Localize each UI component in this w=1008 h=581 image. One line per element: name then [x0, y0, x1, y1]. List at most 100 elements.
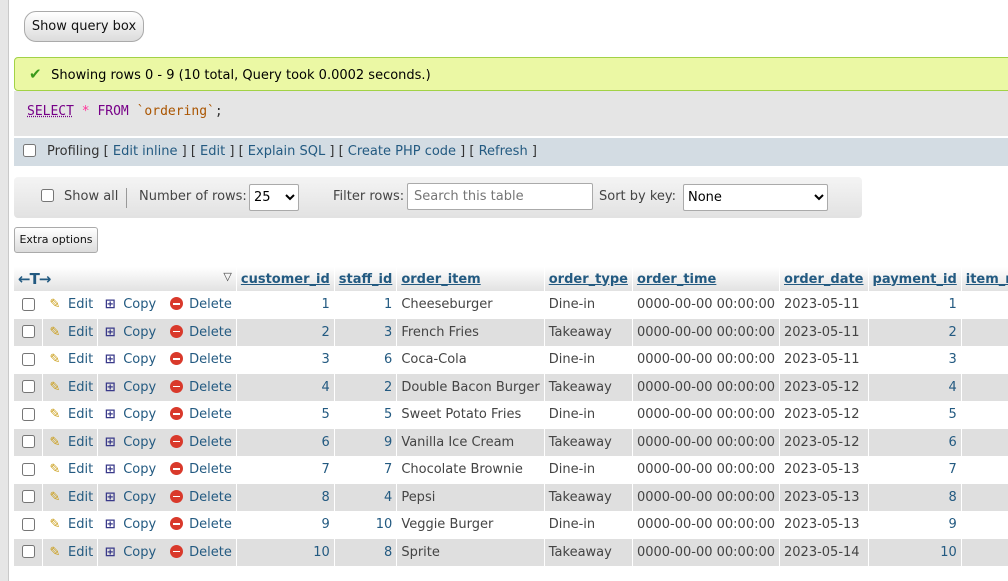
row-delete-link[interactable]: Delete	[170, 517, 232, 532]
cell-customer-id[interactable]: 1	[236, 291, 335, 319]
cell-order-time[interactable]: 0000-00-00 00:00:00	[632, 456, 781, 484]
cell-order-type[interactable]: Takeaway	[544, 483, 633, 511]
show-query-box-button[interactable]: Show query box	[24, 11, 144, 42]
row-copy-link[interactable]: ⊞ Copy	[102, 380, 156, 395]
cell-item-no[interactable]: 8	[961, 538, 1008, 566]
row-delete-link[interactable]: Delete	[170, 297, 232, 312]
column-arrows-icon[interactable]: ←T→	[18, 270, 51, 288]
row-delete-link[interactable]: Delete	[170, 379, 232, 395]
cell-customer-id[interactable]: 8	[236, 483, 335, 511]
cell-payment-id[interactable]: 5	[868, 401, 962, 429]
cell-staff-id[interactable]: 4	[334, 483, 398, 511]
cell-order-type[interactable]: Dine-in	[544, 291, 633, 319]
cell-payment-id[interactable]: 6	[868, 428, 962, 456]
cell-staff-id[interactable]: 10	[334, 511, 398, 539]
cell-staff-id[interactable]: 3	[334, 318, 398, 346]
extra-options-button[interactable]: Extra options	[14, 227, 98, 253]
row-checkbox[interactable]	[22, 297, 35, 311]
row-edit-link[interactable]: ✎ Edit	[47, 490, 94, 505]
cell-payment-id[interactable]: 2	[868, 318, 962, 346]
cell-order-time[interactable]: 0000-00-00 00:00:00	[632, 428, 781, 456]
row-copy-link[interactable]: ⊞ Copy	[102, 325, 156, 340]
cell-order-type[interactable]: Takeaway	[544, 428, 633, 456]
row-copy-link[interactable]: ⊞ Copy	[102, 462, 156, 477]
create-php-code-link[interactable]: Create PHP code	[348, 144, 456, 159]
row-edit-link[interactable]: ✎ Edit	[47, 435, 94, 450]
refresh-link[interactable]: Refresh	[479, 144, 528, 159]
cell-order-type[interactable]: Takeaway	[544, 373, 633, 401]
edit-inline-link[interactable]: Edit inline	[113, 144, 178, 159]
cell-item-no[interactable]: 9	[961, 456, 1008, 484]
cell-staff-id[interactable]: 2	[334, 373, 398, 401]
cell-staff-id[interactable]: 6	[334, 346, 398, 374]
row-edit-link[interactable]: ✎ Edit	[47, 325, 94, 340]
cell-order-item[interactable]: Chocolate Brownie	[396, 456, 545, 484]
cell-payment-id[interactable]: 7	[868, 456, 962, 484]
row-edit-link[interactable]: ✎ Edit	[47, 462, 94, 477]
row-checkbox[interactable]	[22, 352, 35, 366]
cell-order-type[interactable]: Dine-in	[544, 456, 633, 484]
explain-sql-link[interactable]: Explain SQL	[248, 144, 325, 159]
cell-payment-id[interactable]: 4	[868, 373, 962, 401]
row-checkbox[interactable]	[22, 462, 35, 476]
cell-payment-id[interactable]: 9	[868, 511, 962, 539]
cell-order-type[interactable]: Takeaway	[544, 318, 633, 346]
row-checkbox[interactable]	[22, 490, 35, 504]
column-header-order_date[interactable]: order_date	[779, 267, 869, 291]
filter-rows-input[interactable]	[407, 183, 593, 210]
cell-order-date[interactable]: 2023-05-12	[779, 401, 869, 429]
cell-order-item[interactable]: French Fries	[396, 318, 545, 346]
cell-item-no[interactable]: 7	[961, 483, 1008, 511]
cell-item-no[interactable]: 6	[961, 346, 1008, 374]
cell-order-time[interactable]: 0000-00-00 00:00:00	[632, 291, 781, 319]
cell-order-time[interactable]: 0000-00-00 00:00:00	[632, 483, 781, 511]
row-delete-link[interactable]: Delete	[170, 544, 232, 560]
cell-order-time[interactable]: 0000-00-00 00:00:00	[632, 538, 781, 566]
row-copy-link[interactable]: ⊞ Copy	[102, 297, 156, 312]
row-copy-link[interactable]: ⊞ Copy	[102, 490, 156, 505]
cell-payment-id[interactable]: 8	[868, 483, 962, 511]
cell-order-time[interactable]: 0000-00-00 00:00:00	[632, 346, 781, 374]
cell-order-item[interactable]: Coca-Cola	[396, 346, 545, 374]
column-header-customer_id[interactable]: customer_id	[236, 267, 335, 291]
cell-staff-id[interactable]: 1	[334, 291, 398, 319]
cell-order-item[interactable]: Pepsi	[396, 483, 545, 511]
cell-customer-id[interactable]: 10	[236, 538, 335, 566]
cell-staff-id[interactable]: 9	[334, 428, 398, 456]
row-checkbox[interactable]	[22, 380, 35, 394]
cell-order-time[interactable]: 0000-00-00 00:00:00	[632, 318, 781, 346]
cell-order-item[interactable]: Veggie Burger	[396, 511, 545, 539]
row-edit-link[interactable]: ✎ Edit	[47, 352, 94, 367]
cell-order-type[interactable]: Dine-in	[544, 346, 633, 374]
cell-order-item[interactable]: Vanilla Ice Cream	[396, 428, 545, 456]
row-delete-link[interactable]: Delete	[170, 462, 232, 477]
row-copy-link[interactable]: ⊞ Copy	[102, 352, 156, 367]
cell-order-date[interactable]: 2023-05-14	[779, 538, 869, 566]
cell-item-no[interactable]: 4	[961, 318, 1008, 346]
cell-customer-id[interactable]: 2	[236, 318, 335, 346]
cell-order-date[interactable]: 2023-05-12	[779, 373, 869, 401]
row-checkbox[interactable]	[22, 435, 35, 449]
cell-order-type[interactable]: Dine-in	[544, 511, 633, 539]
row-edit-link[interactable]: ✎ Edit	[47, 297, 94, 312]
profiling-checkbox[interactable]	[23, 144, 36, 157]
cell-customer-id[interactable]: 7	[236, 456, 335, 484]
row-delete-link[interactable]: Delete	[170, 407, 232, 422]
row-edit-link[interactable]: ✎ Edit	[47, 407, 94, 422]
cell-order-item[interactable]: Double Bacon Burger	[396, 373, 545, 401]
cell-item-no[interactable]: 3	[961, 511, 1008, 539]
cell-customer-id[interactable]: 6	[236, 428, 335, 456]
column-header-item_no[interactable]: item_no	[961, 267, 1008, 291]
sort-toggle-icon[interactable]: ▽	[223, 270, 231, 283]
row-delete-link[interactable]: Delete	[170, 489, 232, 505]
row-copy-link[interactable]: ⊞ Copy	[102, 545, 156, 560]
column-header-staff_id[interactable]: staff_id	[334, 267, 398, 291]
cell-customer-id[interactable]: 5	[236, 401, 335, 429]
cell-staff-id[interactable]: 7	[334, 456, 398, 484]
rows-per-page-select[interactable]: 25	[249, 184, 299, 211]
cell-customer-id[interactable]: 3	[236, 346, 335, 374]
cell-customer-id[interactable]: 9	[236, 511, 335, 539]
show-all-checkbox[interactable]	[41, 189, 54, 202]
cell-order-type[interactable]: Dine-in	[544, 401, 633, 429]
row-delete-link[interactable]: Delete	[170, 324, 232, 340]
